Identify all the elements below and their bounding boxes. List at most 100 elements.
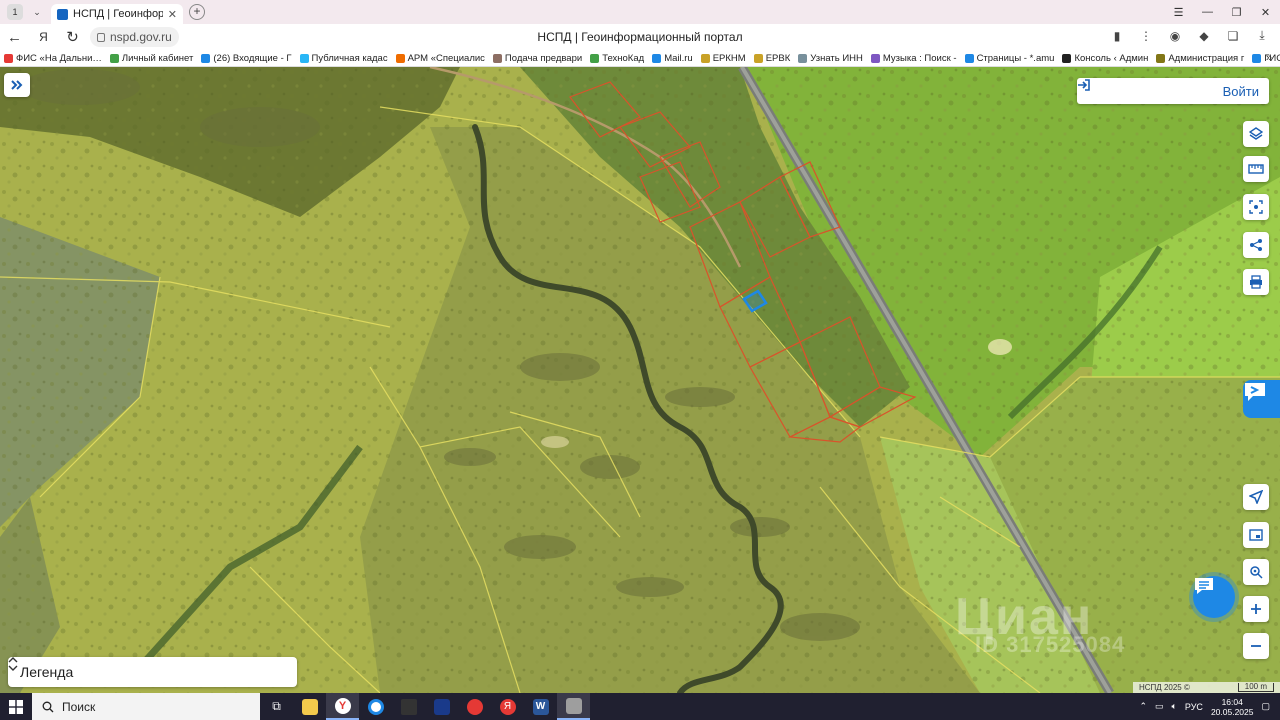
bookmark-item[interactable]: Mail.ru — [648, 53, 697, 64]
legend-label: Легенда — [20, 664, 74, 680]
minimize-icon[interactable]: — — [1193, 6, 1222, 18]
bookmark-favicon-icon — [753, 53, 763, 63]
bookmark-favicon-icon — [798, 53, 808, 63]
login-icon — [1078, 79, 1090, 91]
word-icon: W — [532, 698, 549, 715]
login-label: Войти — [1222, 83, 1259, 99]
bookmark-favicon-icon — [700, 53, 710, 63]
word-app[interactable]: W — [524, 693, 557, 720]
print-button[interactable] — [1243, 269, 1269, 295]
notifications-icon[interactable]: ▢ — [1261, 701, 1270, 712]
bookmark-item[interactable]: ЕРВК — [750, 53, 795, 64]
app-c[interactable] — [359, 693, 392, 720]
clock[interactable]: 16:04 20.05.2025 — [1211, 697, 1254, 717]
layers-button[interactable] — [1243, 121, 1269, 147]
chat-button[interactable] — [1193, 576, 1235, 618]
bookmark-item[interactable]: Страницы - *.amu — [961, 53, 1059, 64]
menu-icon[interactable]: ☰ — [1164, 6, 1193, 19]
bookmark-item[interactable]: (26) Входящие - Г — [197, 53, 295, 64]
app-c-icon — [367, 698, 384, 715]
navigation-arrow-icon — [1249, 490, 1263, 504]
login-button[interactable]: Войти — [1077, 78, 1269, 104]
map-view[interactable]: Войти Циан ID 317525084 Легенда НСПД 202… — [0, 67, 1280, 693]
yandex-app[interactable]: Я — [491, 693, 524, 720]
network-icon[interactable]: ▭ — [1155, 701, 1164, 712]
url-field[interactable]: nspd.gov.ru — [90, 27, 179, 47]
taskbar: Поиск ⧉ Y Я W ⌃ ▭ 🔈︎ РУС 16:04 20.05.202… — [0, 693, 1280, 720]
bookmark-favicon-icon — [1156, 53, 1166, 63]
app-emblem[interactable] — [425, 693, 458, 720]
bookmark-label: ТехноКад — [602, 52, 645, 64]
taskbar-search[interactable]: Поиск — [32, 693, 260, 720]
bookmark-item[interactable]: ГИС — [1248, 53, 1280, 64]
app-shield[interactable] — [392, 693, 425, 720]
bookmark-item[interactable]: ФИС «На Дальни… — [0, 53, 106, 64]
ruler-button[interactable] — [1243, 156, 1269, 182]
zoom-in-button[interactable] — [1243, 596, 1269, 622]
profile-icon[interactable]: ◉ — [1165, 29, 1185, 43]
search-placeholder: Поиск — [62, 699, 96, 714]
bookmarks-overflow-icon[interactable]: » — [1266, 52, 1272, 64]
minimap-button[interactable] — [1243, 522, 1269, 548]
close-tab-icon[interactable]: ✕ — [168, 8, 177, 21]
image-viewer-app[interactable] — [557, 693, 590, 720]
file-explorer-app[interactable] — [293, 693, 326, 720]
bookmark-item[interactable]: Консоль ‹ Админ — [1058, 53, 1152, 64]
collections-icon[interactable]: ❏ — [1223, 29, 1243, 43]
chevron-down-icon[interactable]: ⌄ — [29, 4, 45, 20]
select-area-button[interactable] — [1243, 194, 1269, 220]
zoom-out-button[interactable] — [1243, 633, 1269, 659]
chevron-up-icon[interactable]: ⌃ — [1139, 701, 1147, 712]
share-button[interactable] — [1243, 232, 1269, 258]
bookmark-item[interactable]: Подача предвари — [489, 53, 586, 64]
start-button[interactable] — [0, 693, 32, 720]
bookmark-label: ФИС «На Дальни… — [16, 52, 102, 64]
yandex-browser-app[interactable]: Y — [326, 693, 359, 720]
bookmark-favicon-icon — [652, 53, 662, 63]
bookmark-item[interactable]: ЕРКНМ — [697, 53, 750, 64]
bookmark-item[interactable]: АРМ «Специалис — [392, 53, 489, 64]
map-attribution: НСПД 2025 © 100 m — [1133, 682, 1280, 693]
bookmark-favicon-icon — [201, 53, 211, 63]
bookmark-item[interactable]: Музыка : Поиск - — [867, 53, 961, 64]
search-location-button[interactable] — [1243, 559, 1269, 585]
tab-counter[interactable]: 1 — [7, 4, 23, 20]
bookmark-icon[interactable]: ▮ — [1107, 29, 1127, 43]
shield-icon — [400, 698, 417, 715]
browser-tab[interactable]: НСПД | Геоинформационный портал ✕ — [51, 4, 183, 24]
more-icon[interactable]: ⋮ — [1136, 29, 1156, 43]
location-search-icon — [1250, 566, 1263, 579]
bookmark-item[interactable]: ТехноКад — [586, 53, 648, 64]
bookmark-item[interactable]: Администрация г — [1152, 53, 1248, 64]
bookmark-favicon-icon — [1062, 53, 1072, 63]
bookmarks-bar: ФИС «На Дальни… Личный кабинет (26) Входящ… — [0, 50, 1280, 67]
bookmark-label: Mail.ru — [664, 52, 693, 64]
download-icon[interactable]: ⤓ — [1252, 28, 1272, 43]
double-chevron-right-icon — [11, 80, 23, 90]
volume-icon[interactable]: 🔈︎ — [1172, 701, 1177, 712]
bookmark-item[interactable]: Узнать ИНН — [794, 53, 867, 64]
task-view-button[interactable]: ⧉ — [260, 693, 293, 720]
reload-icon[interactable]: ↻ — [58, 28, 87, 46]
geolocation-button[interactable] — [1243, 484, 1269, 510]
bookmark-item[interactable]: Публичная кадас — [296, 53, 392, 64]
feedback-side-tab[interactable] — [1243, 380, 1280, 418]
legend-panel[interactable]: Легенда — [8, 657, 297, 687]
bookmark-item[interactable]: Личный кабинет — [106, 53, 197, 64]
bookmark-favicon-icon — [492, 53, 502, 63]
restore-icon[interactable]: ❐ — [1222, 6, 1251, 19]
layers-icon — [1249, 127, 1263, 140]
bookmark-label: Публичная кадас — [311, 52, 388, 64]
language-indicator[interactable]: РУС — [1185, 702, 1203, 712]
opera-app[interactable] — [458, 693, 491, 720]
clock-date: 20.05.2025 — [1210, 706, 1254, 717]
extension-icon[interactable]: ◆ — [1194, 29, 1214, 43]
expand-sidebar-button[interactable] — [4, 73, 30, 97]
yandex-icon[interactable]: Я — [29, 30, 58, 44]
url-text: nspd.gov.ru — [110, 30, 172, 44]
chat-bubble-icon — [1245, 383, 1265, 401]
watermark-id: ID 317525084 — [975, 632, 1126, 657]
close-window-icon[interactable]: ✕ — [1251, 6, 1280, 19]
back-icon[interactable]: ← — [0, 29, 29, 46]
new-tab-button[interactable]: + — [189, 4, 205, 20]
